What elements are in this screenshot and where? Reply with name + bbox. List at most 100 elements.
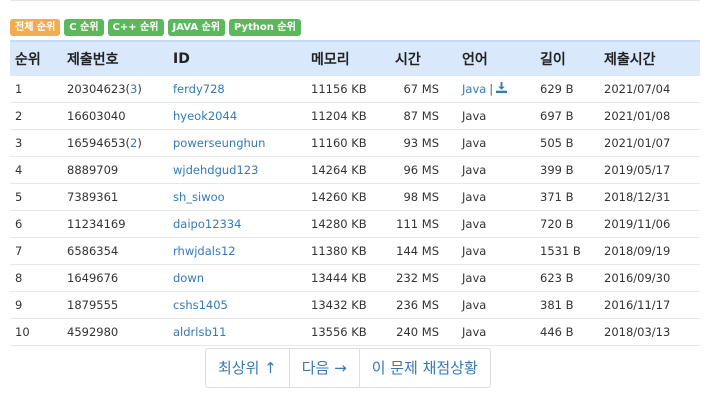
table-row: 1 20304623(3) ferdy728 11156 KB 67 MS Java | 62… [10, 76, 700, 103]
id-cell: sh_siwoo [168, 183, 306, 211]
user-id-link[interactable]: powerseunghun [173, 136, 265, 150]
submit-time-cell: 2021/01/07 [599, 129, 700, 157]
submit-time-cell: 2019/05/17 [599, 156, 700, 184]
memory-cell: 13556 KB [306, 318, 390, 346]
id-cell: ferdy728 [168, 76, 306, 103]
separator: | [489, 81, 494, 96]
submission-cell: 7389361 [62, 183, 168, 211]
rank-cell: 2 [10, 102, 62, 130]
table-row: 3 16594653(2) powerseunghun 11160 KB 93 MS Ja… [10, 129, 700, 157]
problem-status-button[interactable]: 이 문제 채점상황 [360, 349, 490, 387]
length-cell: 697 B [535, 102, 599, 130]
submission-number: 6586354 [67, 244, 119, 258]
length-cell: 381 B [535, 291, 599, 319]
rank-cell: 7 [10, 237, 62, 265]
next-button[interactable]: 다음 → [290, 349, 360, 387]
user-id-link[interactable]: down [173, 271, 204, 285]
length-cell: 629 B [535, 76, 599, 103]
submission-cell: 4592980 [62, 318, 168, 346]
language-label: Java [462, 217, 487, 231]
rank-cell: 4 [10, 156, 62, 184]
submission-cell: 6586354 [62, 237, 168, 265]
language-cell: Java [457, 129, 535, 157]
user-id-link[interactable]: daipo12334 [173, 217, 241, 231]
length-cell: 399 B [535, 156, 599, 184]
time-cell: 144 MS [390, 237, 457, 265]
table-row: 5 7389361 sh_siwoo 14260 KB 98 MS Java 371 B 20… [10, 183, 700, 211]
length-cell: 446 B [535, 318, 599, 346]
length-cell: 720 B [535, 210, 599, 238]
table-row: 10 4592980 aldrlsb11 13556 KB 240 MS Java 446 … [10, 318, 700, 346]
id-cell: rhwjdals12 [168, 237, 306, 265]
col-header-submission: 제출번호 [62, 40, 168, 76]
user-id-link[interactable]: hyeok2044 [173, 109, 237, 123]
language-cell: Java | [457, 76, 535, 103]
time-cell: 240 MS [390, 318, 457, 346]
user-id-link[interactable]: aldrlsb11 [173, 325, 226, 339]
table-body: 1 20304623(3) ferdy728 11156 KB 67 MS Java | 62… [10, 76, 700, 346]
time-cell: 87 MS [390, 102, 457, 130]
top-button[interactable]: 최상위 ↑ [206, 349, 290, 387]
ranking-table: 순위 제출번호 ID 메모리 시간 언어 길이 제출시간 1 20304623(3… [10, 40, 700, 346]
filter-python-rank[interactable]: Python 순위 [228, 19, 301, 36]
submission-number: 1649676 [67, 271, 119, 285]
filter-java-rank[interactable]: JAVA 순위 [167, 19, 225, 36]
rank-cell: 6 [10, 210, 62, 238]
table-row: 6 11234169 daipo12334 14280 KB 111 MS Java 720… [10, 210, 700, 238]
user-id-link[interactable]: rhwjdals12 [173, 244, 236, 258]
rank-cell: 1 [10, 76, 62, 103]
rank-cell: 8 [10, 264, 62, 292]
download-icon[interactable] [496, 82, 508, 96]
filter-c-rank[interactable]: C 순위 [64, 19, 104, 36]
id-cell: aldrlsb11 [168, 318, 306, 346]
submission-cell: 16594653(2) [62, 129, 168, 157]
memory-cell: 14280 KB [306, 210, 390, 238]
user-id-link[interactable]: sh_siwoo [173, 190, 225, 204]
rank-cell: 5 [10, 183, 62, 211]
table-row: 4 8889709 wjdehdgud123 14264 KB 96 MS Java 399… [10, 156, 700, 184]
language-label: Java [462, 298, 487, 312]
filter-cpp-rank[interactable]: C++ 순위 [107, 19, 164, 36]
language-cell: Java [457, 156, 535, 184]
submit-time-cell: 2018/09/19 [599, 237, 700, 265]
filter-all-rank[interactable]: 전체 순위 [10, 19, 61, 36]
language-cell: Java [457, 237, 535, 265]
pagination: 최상위 ↑ 다음 → 이 문제 채점상황 [205, 348, 491, 388]
submission-number: 16594653 [67, 136, 126, 150]
submit-time-cell: 2019/11/06 [599, 210, 700, 238]
memory-cell: 11204 KB [306, 102, 390, 130]
id-cell: powerseunghun [168, 129, 306, 157]
col-header-time: 시간 [390, 40, 457, 76]
col-header-language: 언어 [457, 40, 535, 76]
language-label: Java [462, 109, 487, 123]
id-cell: daipo12334 [168, 210, 306, 238]
top-divider [10, 0, 700, 1]
time-cell: 236 MS [390, 291, 457, 319]
time-cell: 111 MS [390, 210, 457, 238]
language-label: Java [462, 325, 487, 339]
time-cell: 93 MS [390, 129, 457, 157]
user-id-link[interactable]: wjdehdgud123 [173, 163, 258, 177]
language-label: Java [462, 163, 487, 177]
language-cell: Java [457, 210, 535, 238]
col-header-memory: 메모리 [306, 40, 390, 76]
submission-number: 11234169 [67, 217, 126, 231]
table-row: 8 1649676 down 13444 KB 232 MS Java 623 B 2016/… [10, 264, 700, 292]
user-id-link[interactable]: cshs1405 [173, 298, 228, 312]
submission-count-link[interactable]: 2 [130, 136, 137, 150]
language-label: Java [462, 244, 487, 258]
col-header-length: 길이 [535, 40, 599, 76]
language-cell: Java [457, 318, 535, 346]
language-link[interactable]: Java [462, 82, 486, 96]
submission-cell: 16603040 [62, 102, 168, 130]
memory-cell: 13432 KB [306, 291, 390, 319]
id-cell: hyeok2044 [168, 102, 306, 130]
user-id-link[interactable]: ferdy728 [173, 82, 225, 96]
table-row: 9 1879555 cshs1405 13432 KB 236 MS Java 381 B2… [10, 291, 700, 319]
table-row: 7 6586354 rhwjdals12 11380 KB 144 MS Java 1531… [10, 237, 700, 265]
memory-cell: 11380 KB [306, 237, 390, 265]
submission-number: 8889709 [67, 163, 119, 177]
submission-count-link[interactable]: 3 [130, 82, 137, 96]
submission-number: 20304623 [67, 82, 126, 96]
language-cell: Java [457, 183, 535, 211]
